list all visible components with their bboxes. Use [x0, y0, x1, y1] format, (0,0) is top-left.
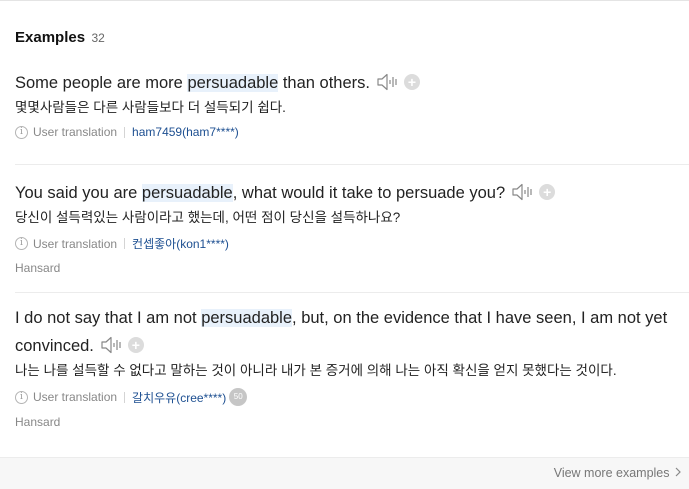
- example-item: Some people are more persuadable than ot…: [15, 69, 689, 139]
- chevron-right-icon: [675, 466, 681, 480]
- example-item: You said you are persuadable, what would…: [15, 179, 689, 275]
- info-icon[interactable]: i: [15, 125, 28, 139]
- view-more-label: View more examples: [553, 466, 670, 480]
- example-sentence: I do not say that I am not persuadable, …: [15, 309, 668, 355]
- translation-label: User translation: [33, 236, 118, 251]
- example-translation: 몇몇사람들은 다른 사람들보다 더 설득되기 쉽다.: [15, 100, 286, 115]
- translation-meta: i User translation 갈치우유(cree****) 50: [15, 388, 689, 406]
- speaker-icon[interactable]: [511, 182, 535, 202]
- add-icon[interactable]: +: [404, 73, 420, 90]
- highlighted-word: persuadable: [187, 74, 279, 92]
- translation-label: User translation: [33, 125, 118, 139]
- user-link[interactable]: 갈치우유(cree****): [132, 389, 226, 406]
- separator: [124, 238, 126, 249]
- divider: [15, 292, 689, 293]
- example-sentence: You said you are persuadable, what would…: [15, 179, 689, 207]
- translation-meta: i User translation 컨셉좋아(kon1****): [15, 235, 689, 252]
- info-icon[interactable]: i: [15, 390, 28, 404]
- speaker-icon[interactable]: [100, 335, 124, 355]
- user-link[interactable]: 컨셉좋아(kon1****): [132, 235, 229, 252]
- separator: [124, 126, 126, 138]
- user-link[interactable]: ham7459(ham7****): [132, 125, 239, 139]
- source-label: Hansard: [15, 415, 61, 429]
- example-item: I do not say that I am not persuadable, …: [15, 304, 689, 429]
- separator: [124, 391, 126, 403]
- examples-header: Examples 32: [15, 29, 105, 47]
- view-more-link[interactable]: View more examples: [554, 466, 681, 481]
- highlighted-word: persuadable: [201, 309, 293, 327]
- user-level-badge: 50: [229, 388, 248, 406]
- source-label: Hansard: [15, 261, 61, 275]
- example-translation: 당신이 설득력있는 사람이라고 했는데, 어떤 점이 당신을 설득하나요?: [15, 210, 401, 225]
- example-sentence: Some people are more persuadable than ot…: [15, 69, 689, 97]
- add-icon[interactable]: +: [539, 183, 556, 200]
- example-translation: 나는 나를 설득할 수 없다고 말하는 것이 아니라 내가 본 증거에 의해 나…: [15, 363, 617, 378]
- highlighted-word: persuadable: [141, 184, 233, 202]
- translation-meta: i User translation ham7459(ham7****): [15, 125, 689, 139]
- footer-bar: View more examples: [0, 457, 689, 489]
- top-border: [0, 0, 689, 1]
- examples-title: Examples: [15, 29, 86, 46]
- divider: [15, 164, 689, 165]
- speaker-icon[interactable]: [376, 72, 400, 92]
- examples-count: 32: [91, 31, 105, 45]
- translation-label: User translation: [33, 390, 118, 404]
- info-icon[interactable]: i: [15, 237, 28, 250]
- add-icon[interactable]: +: [127, 336, 144, 353]
